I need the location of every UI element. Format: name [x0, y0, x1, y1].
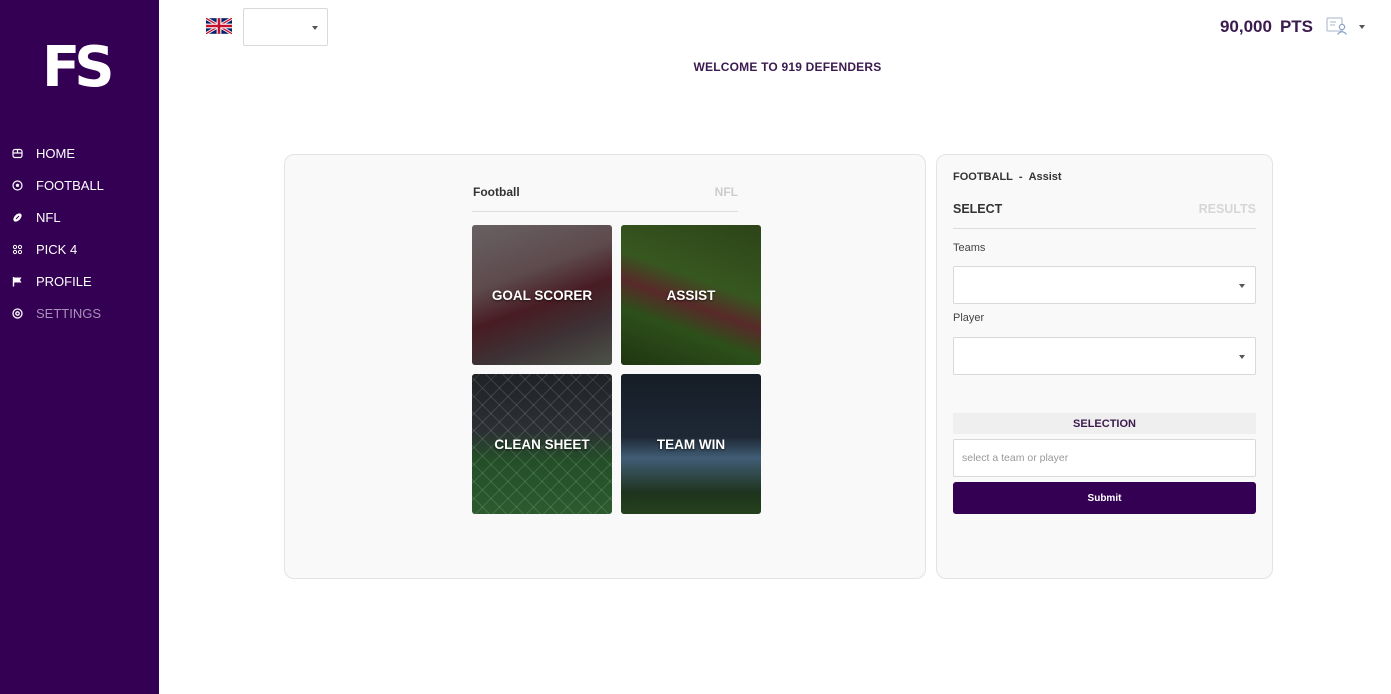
card-label: ASSIST — [666, 287, 716, 303]
nfl-ball-icon — [11, 211, 23, 223]
card-label: CLEAN SHEET — [494, 436, 590, 452]
sidebar-item-nfl[interactable]: NFL — [0, 201, 159, 233]
tab-select[interactable]: SELECT — [953, 202, 1002, 216]
clean-sheet-card[interactable]: CLEAN SHEET — [472, 374, 612, 514]
sidebar-item-profile[interactable]: PROFILE — [0, 265, 159, 297]
sidebar-item-label: SETTINGS — [36, 305, 102, 321]
chevron-down-icon — [1239, 355, 1245, 359]
card-label: GOAL SCORER — [491, 287, 593, 303]
selection-header: SELECTION — [953, 413, 1256, 434]
breadcrumb-game-type: Assist — [1028, 171, 1062, 183]
tab-results[interactable]: RESULTS — [1199, 202, 1256, 216]
sidebar-nav: HOME FOOTBALL NFL PICK 4 PROFILE SETTING… — [0, 137, 159, 329]
sidebar-item-home[interactable]: HOME — [0, 137, 159, 169]
language-select[interactable] — [243, 8, 328, 46]
sidebar-item-settings[interactable]: SETTINGS — [0, 297, 159, 329]
sidebar-item-football[interactable]: FOOTBALL — [0, 169, 159, 201]
chevron-down-icon — [312, 26, 318, 30]
sidebar-item-label: PICK 4 — [36, 241, 78, 257]
sidebar-item-label: FOOTBALL — [36, 177, 104, 193]
points-unit: PTS — [1279, 17, 1313, 36]
assist-card[interactable]: ASSIST — [621, 225, 761, 365]
breadcrumb-separator: - — [1018, 171, 1023, 183]
sidebar: FS HOME FOOTBALL NFL PICK 4 PROFILE SETT… — [0, 0, 159, 694]
user-menu-chevron-icon[interactable] — [1359, 25, 1365, 29]
card-label: TEAM WIN — [656, 436, 726, 452]
tab-football[interactable]: Football — [473, 185, 520, 199]
sidebar-item-label: HOME — [36, 145, 75, 161]
teams-dropdown[interactable] — [953, 266, 1256, 304]
player-dropdown[interactable] — [953, 337, 1256, 375]
uk-flag-icon[interactable] — [205, 16, 233, 36]
goal-scorer-card[interactable]: GOAL SCORER — [472, 225, 612, 365]
submit-button[interactable]: Submit — [953, 482, 1256, 514]
user-card-icon[interactable] — [1326, 16, 1348, 36]
sidebar-item-pick-4[interactable]: PICK 4 — [0, 233, 159, 265]
home-icon — [11, 147, 23, 159]
breadcrumb-sport: FOOTBALL — [953, 171, 1013, 183]
sport-tabs: Football NFL — [472, 183, 738, 212]
football-icon — [11, 179, 23, 191]
pick4-icon — [11, 243, 23, 255]
player-label: Player — [953, 312, 985, 324]
flag-icon — [11, 275, 23, 287]
settings-icon — [11, 307, 23, 319]
breadcrumb: FOOTBALL - Assist — [953, 171, 1062, 183]
chevron-down-icon — [1239, 284, 1245, 288]
points-display: 90,000 PTS — [1220, 17, 1313, 37]
teams-label: Teams — [953, 242, 986, 254]
tab-nfl[interactable]: NFL — [715, 185, 738, 199]
sidebar-item-label: NFL — [36, 209, 61, 225]
selection-input[interactable] — [953, 439, 1256, 477]
points-value: 90,000 — [1219, 17, 1272, 36]
game-type-panel: Football NFL GOAL SCORER ASSIST CLEAN SH… — [284, 154, 926, 579]
sidebar-item-label: PROFILE — [36, 273, 92, 289]
team-win-card[interactable]: TEAM WIN — [621, 374, 761, 514]
selection-panel: FOOTBALL - Assist SELECT RESULTS Teams Pla… — [936, 154, 1273, 579]
welcome-heading: WELCOME TO 919 DEFENDERS — [693, 60, 882, 74]
select-results-tabs: SELECT RESULTS — [953, 201, 1256, 229]
